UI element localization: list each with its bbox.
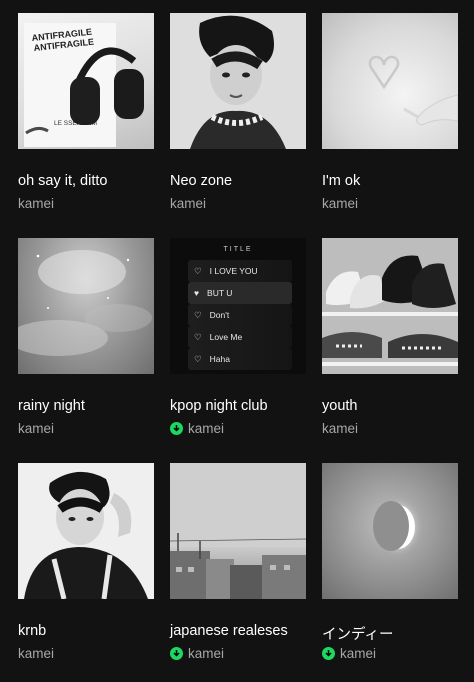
playlist-cover <box>322 238 458 374</box>
playlist-card[interactable]: youth kamei <box>322 238 458 436</box>
city-skyline-icon <box>170 463 306 599</box>
owner-name: kamei <box>340 646 377 661</box>
downloaded-icon <box>170 422 183 435</box>
cover-header: TITLE <box>223 246 253 253</box>
playlist-title[interactable]: I'm ok <box>322 173 472 189</box>
playlist-card[interactable]: TITLE ♡ I LOVE YOU ♥ BUT U ♡ Don't ♡ Lov… <box>170 238 306 436</box>
owner-name: kamei <box>188 421 225 436</box>
playlist-title[interactable]: インディー <box>322 623 472 644</box>
owner-name: kamei <box>18 421 55 436</box>
playlist-cover <box>170 13 306 149</box>
playlist-card[interactable]: Neo zone kamei <box>170 13 306 211</box>
playlist-owner: kamei <box>170 421 224 436</box>
playlist-card[interactable]: japanese realeses kamei <box>170 463 306 661</box>
night-sky-icon <box>18 250 152 356</box>
owner-name: kamei <box>170 196 207 211</box>
heart-icon: ♥ <box>194 288 200 298</box>
playlist-title[interactable]: youth <box>322 398 472 414</box>
playlist-title[interactable]: kpop night club <box>170 398 320 414</box>
playlist-owner: kamei <box>18 196 54 211</box>
playlist-card[interactable]: krnb kamei <box>18 463 154 661</box>
downloaded-icon <box>322 647 335 660</box>
playlist-title[interactable]: krnb <box>18 623 168 639</box>
playlist-title[interactable]: rainy night <box>18 398 168 414</box>
heart-icon: ♡ <box>194 331 202 342</box>
owner-name: kamei <box>18 196 55 211</box>
owner-name: kamei <box>322 196 359 211</box>
headphones-on-book-icon: ANTIFRAGILE ANTIFRAGILE LE SSERAFIM <box>24 23 144 147</box>
playlist-cover <box>322 13 458 149</box>
playlist-card[interactable]: ANTIFRAGILE ANTIFRAGILE LE SSERAFIM oh s… <box>18 13 154 211</box>
song-list-row: ♡ Don't <box>188 304 292 326</box>
heart-icon: ♡ <box>194 353 202 364</box>
playlist-card[interactable]: インディー kamei <box>322 463 458 661</box>
song-list-row: ♡ Love Me <box>188 326 292 348</box>
playlist-owner: kamei <box>170 196 206 211</box>
portrait-person-icon <box>170 13 306 149</box>
heart-icon: ♡ <box>194 309 202 320</box>
playlist-owner: kamei <box>18 421 54 436</box>
owner-name: kamei <box>18 646 55 661</box>
owner-name: kamei <box>322 421 359 436</box>
heart-icon: ♡ <box>194 265 202 276</box>
playlist-owner: kamei <box>170 646 224 661</box>
playlist-cover <box>170 463 306 599</box>
playlist-grid: ANTIFRAGILE ANTIFRAGILE LE SSERAFIM oh s… <box>0 0 474 682</box>
playlist-card[interactable]: rainy night kamei <box>18 238 154 436</box>
playlist-cover: TITLE ♡ I LOVE YOU ♥ BUT U ♡ Don't ♡ Lov… <box>170 238 306 374</box>
song-list-row: ♡ I LOVE YOU <box>188 260 292 282</box>
song-list-row: ♡ Haha <box>188 348 292 370</box>
owner-name: kamei <box>188 646 225 661</box>
playlist-cover: ANTIFRAGILE ANTIFRAGILE LE SSERAFIM <box>18 13 154 149</box>
playlist-title[interactable]: oh say it, ditto <box>18 173 168 189</box>
playlist-owner: kamei <box>322 646 376 661</box>
playlist-title[interactable]: japanese realeses <box>170 623 320 639</box>
playlist-cover <box>18 238 154 374</box>
playlist-owner: kamei <box>322 421 358 436</box>
playlist-card[interactable]: I'm ok kamei <box>322 13 458 211</box>
moon-shadow <box>373 501 409 551</box>
playlist-cover <box>18 463 154 599</box>
playlist-title[interactable]: Neo zone <box>170 173 320 189</box>
playlist-owner: kamei <box>322 196 358 211</box>
heart-in-snow-icon <box>368 55 458 126</box>
downloaded-icon <box>170 647 183 660</box>
portrait-person-icon <box>18 463 154 599</box>
playlist-cover <box>322 463 458 599</box>
playlist-owner: kamei <box>18 646 54 661</box>
song-list-row: ♥ BUT U <box>188 282 292 304</box>
shoe-rack-icon <box>322 238 458 374</box>
